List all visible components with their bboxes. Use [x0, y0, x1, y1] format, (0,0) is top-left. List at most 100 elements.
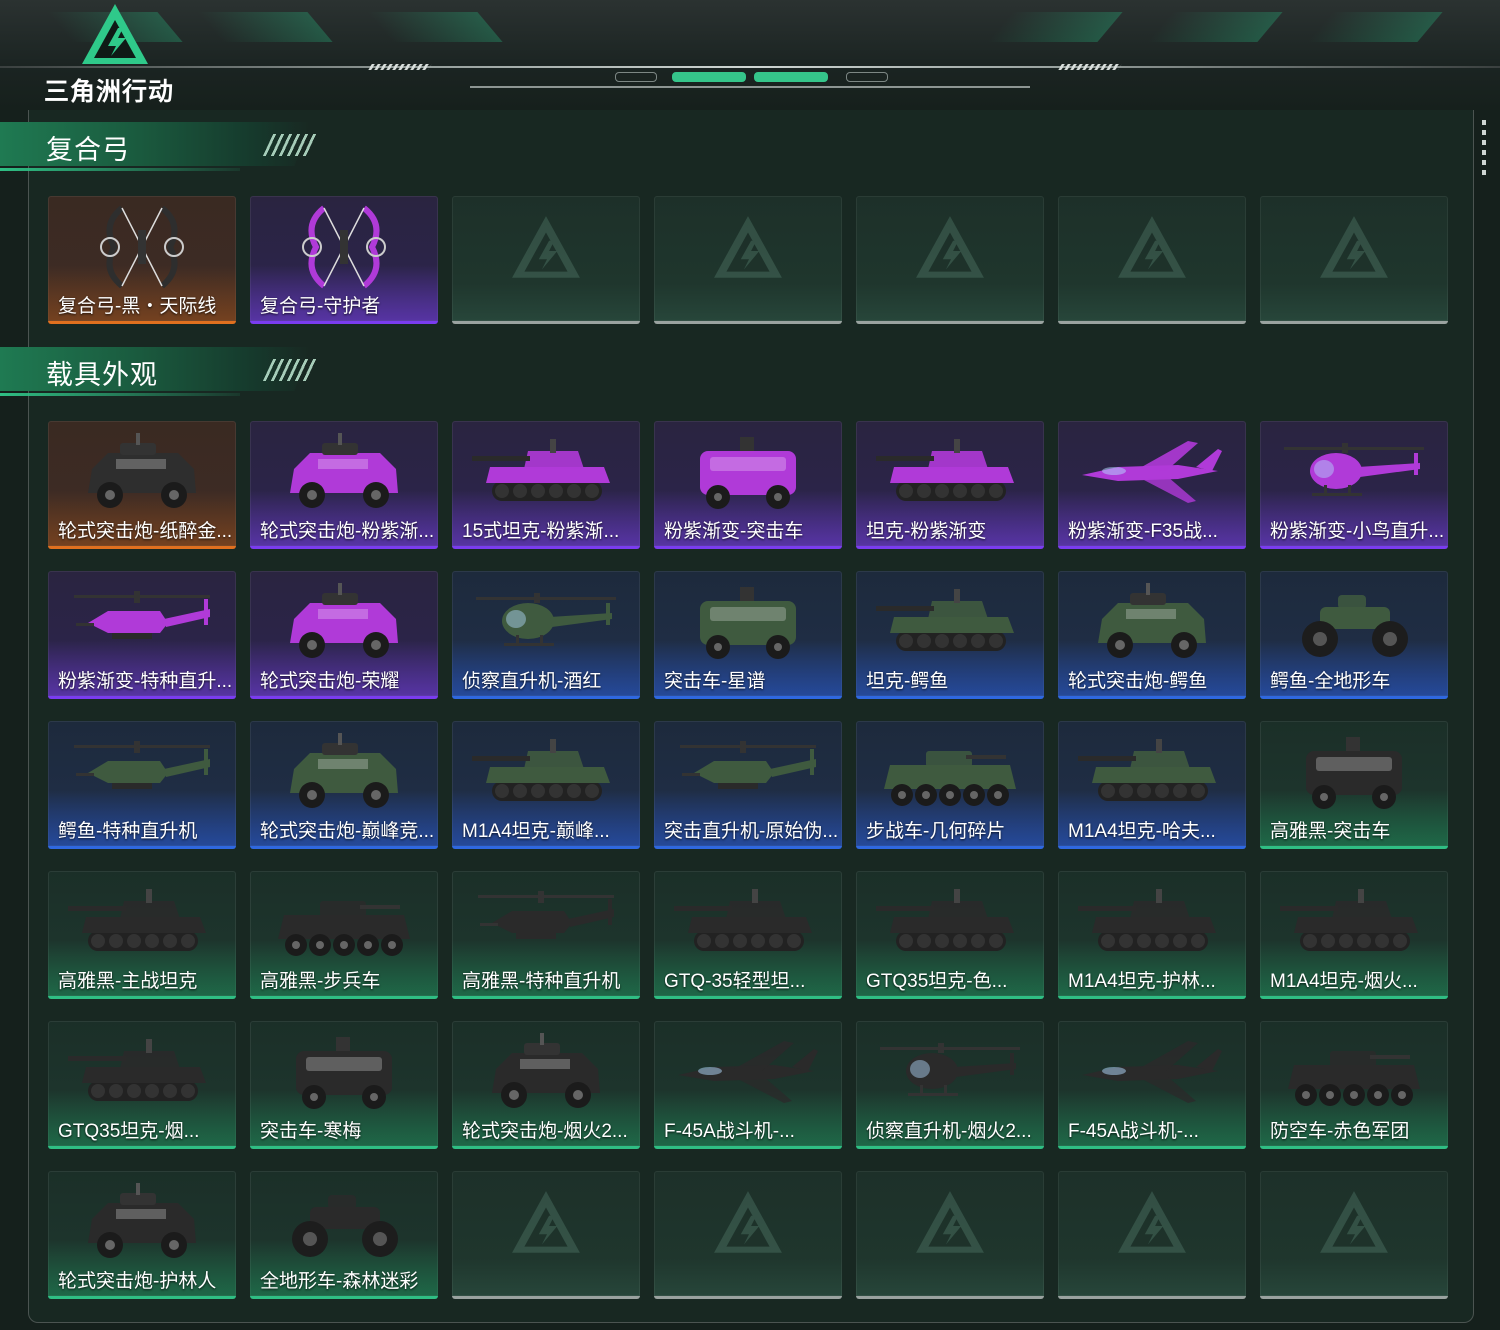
item-card[interactable]: 高雅黑-主战坦克 [48, 871, 236, 999]
item-card[interactable]: 全地形车-森林迷彩 [250, 1171, 438, 1299]
delta-watermark-icon [510, 1189, 582, 1261]
armored-car-icon [270, 729, 418, 815]
item-card[interactable]: 步战车-几何碎片 [856, 721, 1044, 849]
item-card[interactable]: 鳄鱼-特种直升机 [48, 721, 236, 849]
item-card[interactable]: 高雅黑-特种直升机 [452, 871, 640, 999]
delta-watermark-icon [1318, 1189, 1390, 1261]
item-card[interactable]: 轮式突击炮-烟火2... [452, 1021, 640, 1149]
page-indicator [615, 72, 657, 82]
banner-ticks [1058, 64, 1122, 70]
tank-icon [876, 429, 1024, 515]
item-card[interactable]: 突击车-星谱 [654, 571, 842, 699]
empty-slot [452, 196, 640, 324]
item-name: 突击车-寒梅 [260, 1121, 362, 1142]
armored-car-icon [270, 429, 418, 515]
delta-watermark-icon [510, 214, 582, 286]
section-header-vehicle: 载具外观 [0, 347, 330, 397]
game-logo: 三角洲行动 [44, 2, 184, 106]
assault-vehicle-icon [1280, 729, 1428, 815]
item-card[interactable]: 复合弓-守护者 [250, 196, 438, 324]
helicopter-icon [876, 1029, 1024, 1115]
item-card[interactable]: 粉紫渐变-突击车 [654, 421, 842, 549]
empty-slot [856, 196, 1044, 324]
item-card[interactable]: 侦察直升机-酒红 [452, 571, 640, 699]
item-card[interactable]: 复合弓-黑・天际线 [48, 196, 236, 324]
item-card[interactable]: 坦克-粉紫渐变 [856, 421, 1044, 549]
item-card[interactable]: F-45A战斗机-... [654, 1021, 842, 1149]
compound-bow-icon [68, 204, 216, 290]
page-indicator-active [672, 72, 746, 82]
banner-stripe [367, 12, 503, 42]
banner-ticks [368, 64, 432, 70]
item-name: 粉紫渐变-F35战... [1068, 521, 1218, 542]
item-card[interactable]: 轮式突击炮-纸醉金... [48, 421, 236, 549]
empty-slot [856, 1171, 1044, 1299]
item-card[interactable]: GTQ-35轻型坦... [654, 871, 842, 999]
item-name: M1A4坦克-烟火... [1270, 971, 1418, 992]
page-indicator [846, 72, 888, 82]
item-card[interactable]: 15式坦克-粉紫渐... [452, 421, 640, 549]
delta-watermark-icon [914, 214, 986, 286]
item-card[interactable]: M1A4坦克-哈夫... [1058, 721, 1246, 849]
tank-icon [1078, 729, 1226, 815]
empty-slot [654, 1171, 842, 1299]
item-name: 侦察直升机-烟火2... [866, 1121, 1032, 1142]
item-card[interactable]: 坦克-鳄鱼 [856, 571, 1044, 699]
item-card[interactable]: 轮式突击炮-粉紫渐... [250, 421, 438, 549]
item-card[interactable]: 轮式突击炮-鳄鱼 [1058, 571, 1246, 699]
item-name: 高雅黑-步兵车 [260, 971, 381, 992]
item-card[interactable]: M1A4坦克-巅峰... [452, 721, 640, 849]
banner-stripe [987, 12, 1123, 42]
logo-text: 三角洲行动 [44, 77, 175, 106]
ifv-icon [876, 729, 1024, 815]
attack-helicopter-icon [472, 879, 620, 965]
item-card[interactable]: GTQ35坦克-色... [856, 871, 1044, 999]
tank-icon [68, 1029, 216, 1115]
attack-helicopter-icon [68, 729, 216, 815]
section-title: 复合弓 [46, 135, 130, 165]
item-name: 轮式突击炮-粉紫渐... [260, 521, 434, 542]
delta-logo-icon [82, 4, 148, 64]
item-name: 高雅黑-突击车 [1270, 821, 1391, 842]
tank-icon [876, 579, 1024, 665]
empty-slot [1260, 1171, 1448, 1299]
tank-icon [876, 879, 1024, 965]
item-card[interactable]: M1A4坦克-护林... [1058, 871, 1246, 999]
banner-stripe [197, 12, 333, 42]
item-name: 突击车-星谱 [664, 671, 766, 692]
item-card[interactable]: 粉紫渐变-特种直升... [48, 571, 236, 699]
item-card[interactable]: F-45A战斗机-... [1058, 1021, 1246, 1149]
scrollbar[interactable] [1482, 120, 1486, 178]
item-card[interactable]: 突击直升机-原始伪... [654, 721, 842, 849]
tank-icon [1078, 879, 1226, 965]
atv-icon [1280, 579, 1428, 665]
item-name: 高雅黑-主战坦克 [58, 971, 198, 992]
item-name: M1A4坦克-护林... [1068, 971, 1216, 992]
item-card[interactable]: 粉紫渐变-小鸟直升... [1260, 421, 1448, 549]
item-name: 轮式突击炮-护林人 [58, 1271, 217, 1292]
item-card[interactable]: 粉紫渐变-F35战... [1058, 421, 1246, 549]
item-card[interactable]: 轮式突击炮-荣耀 [250, 571, 438, 699]
armored-car-icon [68, 1179, 216, 1265]
item-name: 15式坦克-粉紫渐... [462, 521, 620, 542]
helicopter-icon [1280, 429, 1428, 515]
item-card[interactable]: 鳄鱼-全地形车 [1260, 571, 1448, 699]
assault-vehicle-icon [674, 429, 822, 515]
item-card[interactable]: 高雅黑-步兵车 [250, 871, 438, 999]
item-card[interactable]: 突击车-寒梅 [250, 1021, 438, 1149]
ifv-icon [270, 879, 418, 965]
item-card[interactable]: 高雅黑-突击车 [1260, 721, 1448, 849]
item-name: F-45A战斗机-... [664, 1121, 795, 1142]
item-name: 轮式突击炮-鳄鱼 [1068, 671, 1208, 692]
banner-divider [0, 66, 1500, 68]
item-card[interactable]: 防空车-赤色军团 [1260, 1021, 1448, 1149]
item-card[interactable]: M1A4坦克-烟火... [1260, 871, 1448, 999]
jet-icon [1078, 429, 1226, 515]
item-card[interactable]: 轮式突击炮-护林人 [48, 1171, 236, 1299]
item-card[interactable]: 轮式突击炮-巅峰竞... [250, 721, 438, 849]
item-name: 步战车-几何碎片 [866, 821, 1006, 842]
compound-bow-icon [270, 204, 418, 290]
empty-slot [1058, 1171, 1246, 1299]
item-card[interactable]: GTQ35坦克-烟... [48, 1021, 236, 1149]
item-card[interactable]: 侦察直升机-烟火2... [856, 1021, 1044, 1149]
